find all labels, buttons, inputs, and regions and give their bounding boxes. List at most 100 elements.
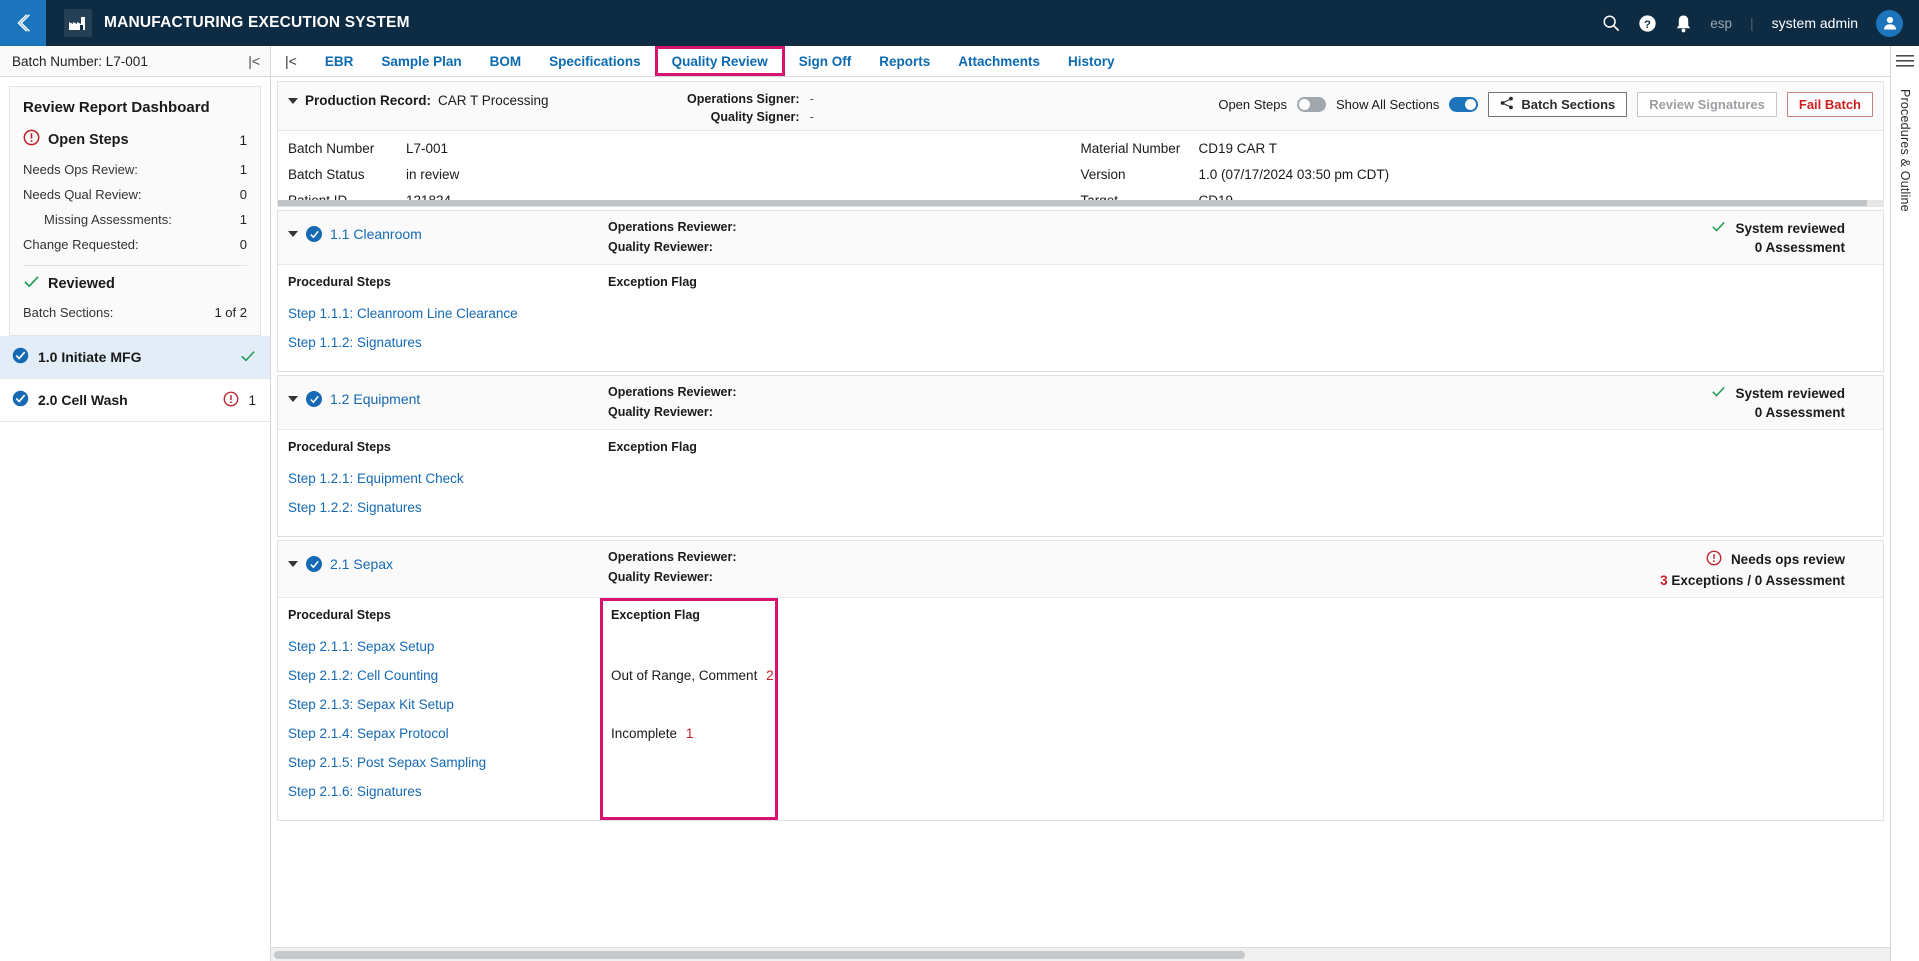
open-steps-group-header: Open Steps 1 <box>23 129 247 151</box>
collapse-sidebar-icon[interactable]: |< <box>275 46 311 76</box>
batch-info-scrollbar[interactable] <box>278 200 1883 206</box>
caret-down-icon[interactable] <box>288 231 298 237</box>
row-label: Needs Ops Review: <box>23 162 138 177</box>
caret-down-icon[interactable] <box>288 561 298 567</box>
open-steps-label: Open Steps <box>48 132 129 148</box>
step-link[interactable]: Step 2.1.1: Sepax Setup <box>288 632 600 661</box>
row-label: Missing Assessments: <box>44 212 172 227</box>
svg-text:?: ? <box>1644 18 1651 30</box>
search-icon[interactable] <box>1602 14 1620 32</box>
tab-sample-plan[interactable]: Sample Plan <box>367 46 475 76</box>
alert-circle-icon <box>1706 550 1722 569</box>
section-header: 1.2 Equipment Operations Reviewer: Quali… <box>278 376 1883 430</box>
section-status: Needs ops review 3 Exceptions / 0 Assess… <box>1660 550 1873 588</box>
sidebar-item-initiate-mfg[interactable]: 1.0 Initiate MFG <box>0 336 270 379</box>
show-all-sections-toggle[interactable] <box>1449 97 1479 112</box>
hamburger-menu-icon[interactable] <box>1896 54 1914 73</box>
section-body: Procedural Steps Step 1.2.1: Equipment C… <box>278 430 1883 536</box>
alert-circle-icon <box>223 391 239 410</box>
language-selector[interactable]: esp <box>1710 16 1732 31</box>
tab-bom[interactable]: BOM <box>476 46 536 76</box>
tab-attachments[interactable]: Attachments <box>944 46 1054 76</box>
row-value: 1 of 2 <box>214 305 247 320</box>
sections-list: 1.1 Cleanroom Operations Reviewer: Quali… <box>277 210 1884 941</box>
section-title-group: 1.1 Cleanroom <box>288 220 608 242</box>
back-button[interactable] <box>0 0 46 46</box>
section-reviewers: Operations Reviewer: Quality Reviewer: <box>608 550 737 584</box>
section-title[interactable]: 2.1 Sepax <box>330 556 393 572</box>
bell-icon[interactable] <box>1675 14 1692 33</box>
field-label: Batch Number <box>288 141 375 156</box>
collapse-panel-icon[interactable]: |< <box>248 53 260 69</box>
tab-specifications[interactable]: Specifications <box>535 46 655 76</box>
operations-reviewer-label: Operations Reviewer: <box>608 550 737 564</box>
step-link[interactable]: Step 1.1.2: Signatures <box>288 328 600 357</box>
scrollbar-thumb[interactable] <box>274 950 1246 959</box>
review-signatures-button[interactable]: Review Signatures <box>1637 92 1777 117</box>
factory-icon <box>64 9 92 37</box>
user-name[interactable]: system admin <box>1772 15 1858 31</box>
section-title[interactable]: 1.2 Equipment <box>330 391 420 407</box>
batch-info-row: Batch Status in review Version 1.0 (07/1… <box>288 167 1873 182</box>
step-link[interactable]: Step 2.1.6: Signatures <box>288 777 600 806</box>
caret-down-icon[interactable] <box>288 396 298 402</box>
exception-flag-row: Incomplete 1 <box>611 719 775 748</box>
sidebar-item-count: 1 <box>248 392 256 408</box>
alert-circle-icon <box>23 129 40 151</box>
row-label: Batch Sections: <box>23 305 114 320</box>
section-reviewers: Operations Reviewer: Quality Reviewer: <box>608 385 737 419</box>
check-circle-icon <box>306 391 322 407</box>
procedural-steps-column: Procedural Steps Step 1.2.1: Equipment C… <box>288 440 600 522</box>
exception-flag-column: Exception Flag <box>600 440 778 522</box>
open-steps-toggle[interactable] <box>1297 97 1326 112</box>
dashboard-row-missing-assessments: Missing Assessments: 1 <box>23 207 247 232</box>
help-icon[interactable]: ? <box>1638 14 1657 33</box>
open-steps-toggle-label: Open Steps <box>1218 97 1287 112</box>
step-link[interactable]: Step 2.1.3: Sepax Kit Setup <box>288 690 600 719</box>
row-value: 1 <box>239 212 247 227</box>
horizontal-scrollbar[interactable] <box>271 947 1890 961</box>
chevron-left-icon <box>17 14 30 32</box>
procedural-steps-column: Procedural Steps Step 2.1.1: Sepax Setup… <box>288 608 600 806</box>
exception-flag-header: Exception Flag <box>608 275 697 289</box>
dashboard-divider <box>23 265 247 266</box>
step-link[interactable]: Step 2.1.4: Sepax Protocol <box>288 719 600 748</box>
tab-reports[interactable]: Reports <box>865 46 944 76</box>
quality-review-panel: Production Record: CAR T Processing Oper… <box>271 77 1890 947</box>
step-link[interactable]: Step 2.1.5: Post Sepax Sampling <box>288 748 600 777</box>
user-avatar-icon[interactable] <box>1876 9 1903 37</box>
top-header-bar: MANUFACTURING EXECUTION SYSTEM ? esp | s… <box>0 0 1919 46</box>
exception-flag-label: Out of Range, Comment <box>611 668 758 683</box>
tab-quality-review[interactable]: Quality Review <box>654 46 785 76</box>
step-link[interactable]: Step 1.2.1: Equipment Check <box>288 464 600 493</box>
tab-sign-off[interactable]: Sign Off <box>785 46 866 76</box>
fail-batch-button[interactable]: Fail Batch <box>1786 92 1873 117</box>
step-link[interactable]: Step 1.2.2: Signatures <box>288 493 600 522</box>
tab-ebr[interactable]: EBR <box>311 46 368 76</box>
step-link[interactable]: Step 2.1.2: Cell Counting <box>288 661 600 690</box>
section-title-group: 2.1 Sepax <box>288 550 608 572</box>
tab-history[interactable]: History <box>1054 46 1129 76</box>
field-label: Version <box>1080 167 1126 182</box>
exception-flag-label: Incomplete <box>611 726 678 741</box>
sidebar-header: Batch Number: L7-001 |< <box>0 46 270 77</box>
caret-down-icon[interactable] <box>288 97 298 104</box>
dashboard-title: Review Report Dashboard <box>23 99 210 116</box>
production-record-bar: Production Record: CAR T Processing Oper… <box>277 81 1884 130</box>
section-assessment-count: 0 Assessment <box>1754 405 1845 420</box>
show-all-sections-toggle-label: Show All Sections <box>1336 97 1440 112</box>
operations-signer-row: Operations Signer: - <box>684 92 814 106</box>
step-link[interactable]: Step 1.1.1: Cleanroom Line Clearance <box>288 299 600 328</box>
dashboard-row-needs-qual-review: Needs Qual Review: 0 <box>23 182 247 207</box>
app-body: Batch Number: L7-001 |< Review Report Da… <box>0 46 1919 961</box>
app-title: MANUFACTURING EXECUTION SYSTEM <box>104 14 410 31</box>
field-label: Material Number <box>1080 141 1181 156</box>
procedures-outline-label[interactable]: Procedures & Outline <box>1898 89 1912 212</box>
section-title[interactable]: 1.1 Cleanroom <box>330 226 422 242</box>
fail-batch-label: Fail Batch <box>1798 97 1861 112</box>
sidebar-item-cell-wash[interactable]: 2.0 Cell Wash 1 <box>0 379 270 422</box>
batch-sections-button[interactable]: Batch Sections <box>1488 92 1628 117</box>
section-reviewers: Operations Reviewer: Quality Reviewer: <box>608 220 737 254</box>
main-content: |< EBR Sample Plan BOM Specifications Qu… <box>271 46 1890 961</box>
section-status-text: System reviewed <box>1735 220 1845 236</box>
